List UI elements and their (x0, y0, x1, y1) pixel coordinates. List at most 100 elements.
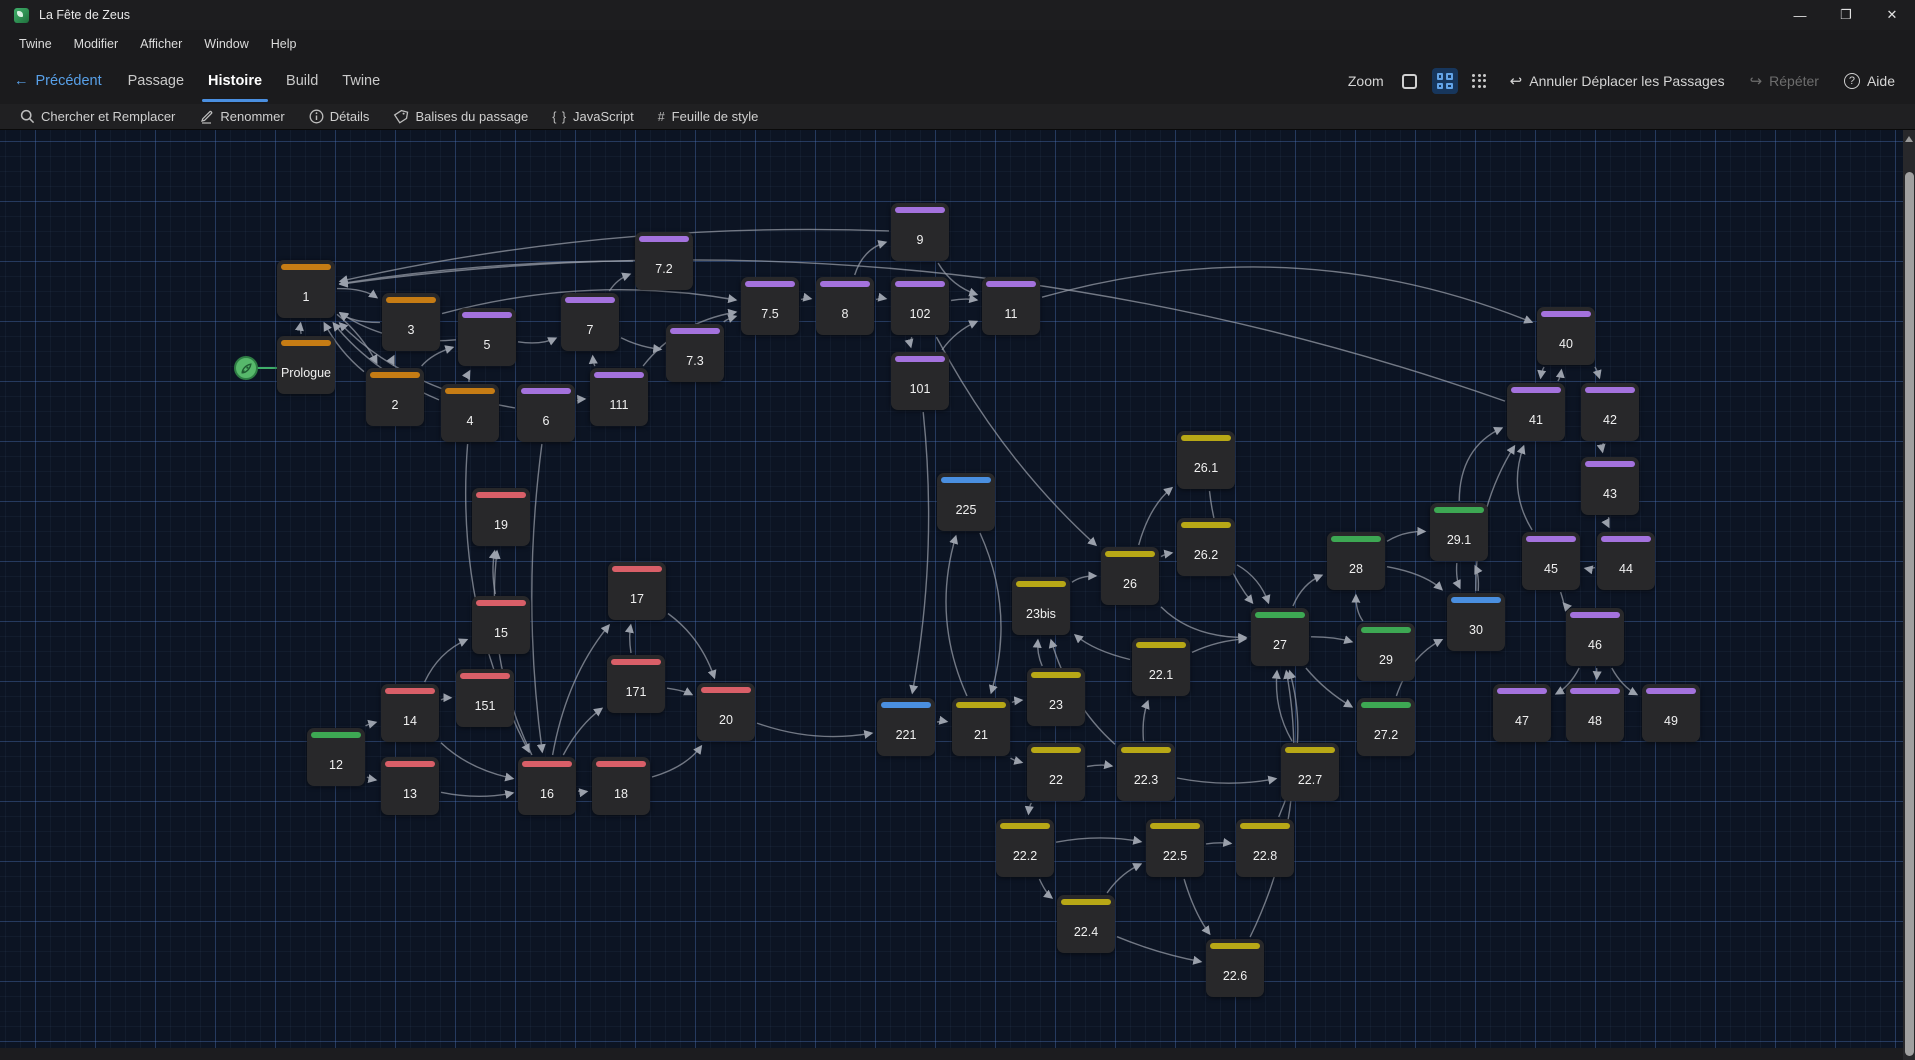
passage-tag-bar (476, 492, 526, 498)
passage-node-27-2[interactable]: 27.2 (1357, 698, 1415, 756)
passage-node-20[interactable]: 20 (697, 683, 755, 741)
passage-title: 22.8 (1236, 849, 1294, 863)
passage-node-171[interactable]: 171 (607, 655, 665, 713)
passage-node-22[interactable]: 22 (1027, 743, 1085, 801)
passage-node-102[interactable]: 102 (891, 277, 949, 335)
zoom-medium-button[interactable] (1432, 68, 1458, 94)
passage-node-29-1[interactable]: 29.1 (1430, 503, 1488, 561)
passage-node-41[interactable]: 41 (1507, 383, 1565, 441)
javascript-button[interactable]: { }JavaScript (540, 104, 646, 129)
feuille-de-style-button[interactable]: #Feuille de style (646, 104, 771, 129)
story-map-canvas[interactable]: 1Prologue3245611177.27.37.58910210111191… (0, 130, 1903, 1048)
passage-node-47[interactable]: 47 (1493, 684, 1551, 742)
scroll-up-arrow-icon[interactable] (1905, 136, 1913, 142)
passage-node-15[interactable]: 15 (472, 596, 530, 654)
passage-node-3[interactable]: 3 (382, 293, 440, 351)
passage-node-22-5[interactable]: 22.5 (1146, 819, 1204, 877)
passage-node-6[interactable]: 6 (517, 384, 575, 442)
passage-node-26-2[interactable]: 26.2 (1177, 518, 1235, 576)
passage-tag-bar (1255, 612, 1305, 618)
vertical-scrollbar[interactable] (1903, 130, 1915, 1060)
passage-node-221[interactable]: 221 (877, 698, 935, 756)
close-button[interactable]: ✕ (1869, 0, 1915, 30)
passage-node-7[interactable]: 7 (561, 293, 619, 351)
passage-node-8[interactable]: 8 (816, 277, 874, 335)
passage-node-22-2[interactable]: 22.2 (996, 819, 1054, 877)
undo-icon: ↩ (1510, 72, 1523, 90)
passage-tag-bar (521, 388, 571, 394)
menu-item-modifier[interactable]: Modifier (63, 30, 129, 58)
passage-node-28[interactable]: 28 (1327, 532, 1385, 590)
passage-node-5[interactable]: 5 (458, 308, 516, 366)
zoom-large-button[interactable] (1397, 68, 1423, 94)
menu-item-help[interactable]: Help (260, 30, 308, 58)
horizontal-scrollbar[interactable] (0, 1048, 1903, 1060)
menu-item-afficher[interactable]: Afficher (129, 30, 193, 58)
passage-node-23[interactable]: 23 (1027, 668, 1085, 726)
passage-node-42[interactable]: 42 (1581, 383, 1639, 441)
passage-node-7-5[interactable]: 7.5 (741, 277, 799, 335)
passage-title: 22.6 (1206, 969, 1264, 983)
menu-item-twine[interactable]: Twine (8, 30, 63, 58)
passage-node-prologue[interactable]: Prologue (277, 336, 335, 394)
zoom-small-button[interactable] (1467, 68, 1493, 94)
balises-du-passage-button[interactable]: Balises du passage (381, 104, 540, 129)
tab-passage[interactable]: Passage (116, 58, 196, 104)
minimize-button[interactable]: — (1777, 0, 1823, 30)
passage-node-22-7[interactable]: 22.7 (1281, 743, 1339, 801)
passage-node-14[interactable]: 14 (381, 684, 439, 742)
undo-button[interactable]: ↩ Annuler Déplacer les Passages (1502, 72, 1733, 90)
passage-node-26-1[interactable]: 26.1 (1177, 431, 1235, 489)
passage-node-29[interactable]: 29 (1357, 623, 1415, 681)
tab-histoire[interactable]: Histoire (196, 58, 274, 104)
vertical-scrollbar-thumb[interactable] (1905, 172, 1914, 1056)
passage-node-22-6[interactable]: 22.6 (1206, 939, 1264, 997)
passage-node-49[interactable]: 49 (1642, 684, 1700, 742)
passage-node-22-1[interactable]: 22.1 (1132, 638, 1190, 696)
passage-node-11[interactable]: 11 (982, 277, 1040, 335)
passage-node-9[interactable]: 9 (891, 203, 949, 261)
passage-node-30[interactable]: 30 (1447, 593, 1505, 651)
passage-node-22-8[interactable]: 22.8 (1236, 819, 1294, 877)
passage-node-2[interactable]: 2 (366, 368, 424, 426)
passage-node-27[interactable]: 27 (1251, 608, 1309, 666)
passage-node-7-3[interactable]: 7.3 (666, 324, 724, 382)
redo-button[interactable]: ↪ Répéter (1742, 72, 1827, 90)
passage-tag-bar (1105, 551, 1155, 557)
passage-node-7-2[interactable]: 7.2 (635, 232, 693, 290)
passage-node-111[interactable]: 111 (590, 368, 648, 426)
passage-node-23bis[interactable]: 23bis (1012, 577, 1070, 635)
passage-node-19[interactable]: 19 (472, 488, 530, 546)
passage-node-18[interactable]: 18 (592, 757, 650, 815)
help-button[interactable]: ? Aide (1836, 73, 1903, 89)
back-arrow-icon: ← (14, 73, 29, 89)
passage-node-43[interactable]: 43 (1581, 457, 1639, 515)
passage-node-45[interactable]: 45 (1522, 532, 1580, 590)
chercher-et-remplacer-button[interactable]: Chercher et Remplacer (8, 104, 187, 129)
passage-node-151[interactable]: 151 (456, 669, 514, 727)
passage-node-22-3[interactable]: 22.3 (1117, 743, 1175, 801)
tab-twine[interactable]: Twine (330, 58, 392, 104)
passage-node-21[interactable]: 21 (952, 698, 1010, 756)
passage-node-101[interactable]: 101 (891, 352, 949, 410)
passage-tag-bar (522, 761, 572, 767)
back-button[interactable]: ← Précédent (0, 58, 116, 104)
tab-build[interactable]: Build (274, 58, 330, 104)
passage-node-225[interactable]: 225 (937, 473, 995, 531)
renommer-button[interactable]: Renommer (187, 104, 296, 129)
passage-node-4[interactable]: 4 (441, 384, 499, 442)
passage-node-22-4[interactable]: 22.4 (1057, 895, 1115, 953)
passage-node-44[interactable]: 44 (1597, 532, 1655, 590)
passage-node-12[interactable]: 12 (307, 728, 365, 786)
passage-node-40[interactable]: 40 (1537, 307, 1595, 365)
passage-node-17[interactable]: 17 (608, 562, 666, 620)
d-tails-button[interactable]: Détails (297, 104, 382, 129)
passage-node-13[interactable]: 13 (381, 757, 439, 815)
restore-button[interactable]: ❐ (1823, 0, 1869, 30)
passage-node-48[interactable]: 48 (1566, 684, 1624, 742)
passage-node-46[interactable]: 46 (1566, 608, 1624, 666)
passage-node-26[interactable]: 26 (1101, 547, 1159, 605)
passage-node-16[interactable]: 16 (518, 757, 576, 815)
passage-node-1[interactable]: 1 (277, 260, 335, 318)
menu-item-window[interactable]: Window (193, 30, 259, 58)
